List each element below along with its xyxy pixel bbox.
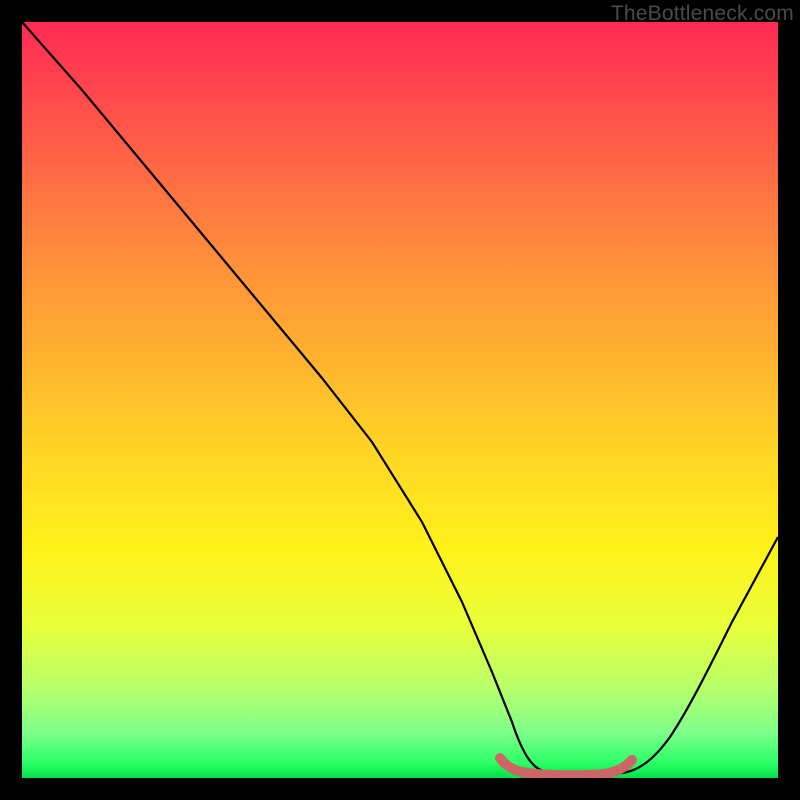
watermark-text: TheBottleneck.com <box>611 2 794 26</box>
optimal-range-marker <box>500 758 632 775</box>
bottleneck-curve-path <box>22 22 778 774</box>
chart-frame: TheBottleneck.com <box>0 0 800 800</box>
bottleneck-curve-svg <box>22 22 778 778</box>
